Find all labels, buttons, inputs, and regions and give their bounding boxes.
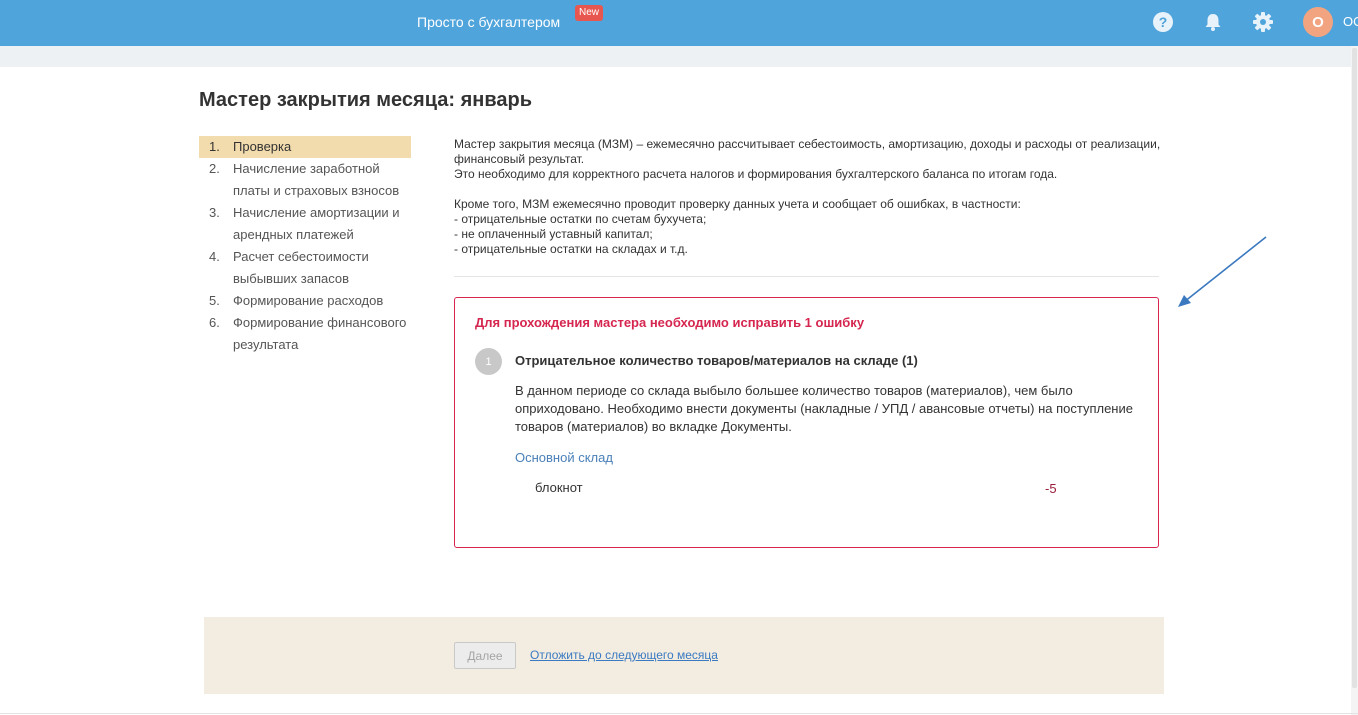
scrollbar[interactable] — [1351, 46, 1358, 715]
intro-bullet: - отрицательные остатки на складах и т.д… — [454, 242, 688, 256]
bottom-divider — [0, 713, 1358, 714]
error-description: В данном периоде со склада выбыло больше… — [515, 383, 1133, 434]
warehouse-link[interactable]: Основной склад — [515, 450, 613, 465]
intro-paragraph: Это необходимо для корректного расчета н… — [454, 167, 1058, 181]
step-number: 5. — [209, 293, 220, 308]
postpone-link[interactable]: Отложить до следующего месяца — [530, 648, 718, 662]
bell-icon[interactable] — [1202, 11, 1224, 33]
item-name: блокнот — [535, 480, 583, 495]
step-number: 1. — [209, 139, 220, 154]
error-panel: Для прохождения мастера необходимо испра… — [454, 297, 1159, 548]
step-number: 6. — [209, 315, 220, 330]
step-label: Формирование расходов — [233, 293, 384, 308]
step-6[interactable]: 6. Формирование финансового результата — [199, 312, 411, 356]
step-number: 3. — [209, 205, 220, 220]
sub-bar — [0, 46, 1358, 67]
intro-paragraph: Мастер закрытия месяца (МЗМ) – ежемесячн… — [454, 137, 1161, 166]
error-number-badge: 1 — [475, 348, 502, 375]
step-3[interactable]: 3. Начисление амортизации и арендных пла… — [199, 202, 411, 246]
gear-icon[interactable] — [1252, 11, 1274, 33]
top-bar: Просто с бухгалтером New ? О О — [0, 0, 1358, 46]
step-5[interactable]: 5. Формирование расходов — [199, 290, 411, 312]
divider — [454, 276, 1159, 277]
step-label: Проверка — [233, 139, 292, 154]
wizard-steps: 1. Проверка 2. Начисление заработной пла… — [199, 136, 411, 356]
error-title: Для прохождения мастера необходимо испра… — [475, 315, 865, 330]
item-quantity: -5 — [1045, 481, 1057, 496]
step-number: 4. — [209, 249, 220, 264]
intro-bullet: - не оплаченный уставный капитал; — [454, 227, 653, 241]
step-label: Начисление заработной платы и страховых … — [233, 161, 400, 198]
step-label: Расчет себестоимости выбывших запасов — [233, 249, 369, 286]
step-4[interactable]: 4. Расчет себестоимости выбывших запасов — [199, 246, 411, 290]
annotation-arrow-icon — [1178, 236, 1267, 307]
intro-text: Мастер закрытия месяца (МЗМ) – ежемесячн… — [454, 137, 1164, 257]
error-heading: Отрицательное количество товаров/материа… — [515, 353, 918, 368]
user-name[interactable]: ОО — [1343, 14, 1358, 29]
step-label: Формирование финансового результата — [233, 315, 407, 352]
page-title: Мастер закрытия месяца: январь — [199, 89, 533, 111]
scrollbar-thumb[interactable] — [1352, 48, 1357, 688]
help-icon[interactable]: ? — [1152, 11, 1174, 33]
step-label: Начисление амортизации и арендных платеж… — [233, 205, 400, 242]
svg-text:?: ? — [1159, 14, 1168, 30]
avatar[interactable]: О — [1303, 7, 1333, 37]
intro-bullet: - отрицательные остатки по счетам бухуче… — [454, 212, 707, 226]
new-badge: New — [575, 5, 604, 21]
intro-paragraph: Кроме того, МЗМ ежемесячно проводит пров… — [454, 197, 1021, 211]
next-button[interactable]: Далее — [454, 642, 516, 669]
brand-link[interactable]: Просто с бухгалтером — [417, 14, 560, 30]
step-1[interactable]: 1. Проверка — [199, 136, 411, 158]
step-number: 2. — [209, 161, 220, 176]
wizard-footer: Далее Отложить до следующего месяца — [204, 617, 1164, 694]
step-2[interactable]: 2. Начисление заработной платы и страхов… — [199, 158, 411, 202]
